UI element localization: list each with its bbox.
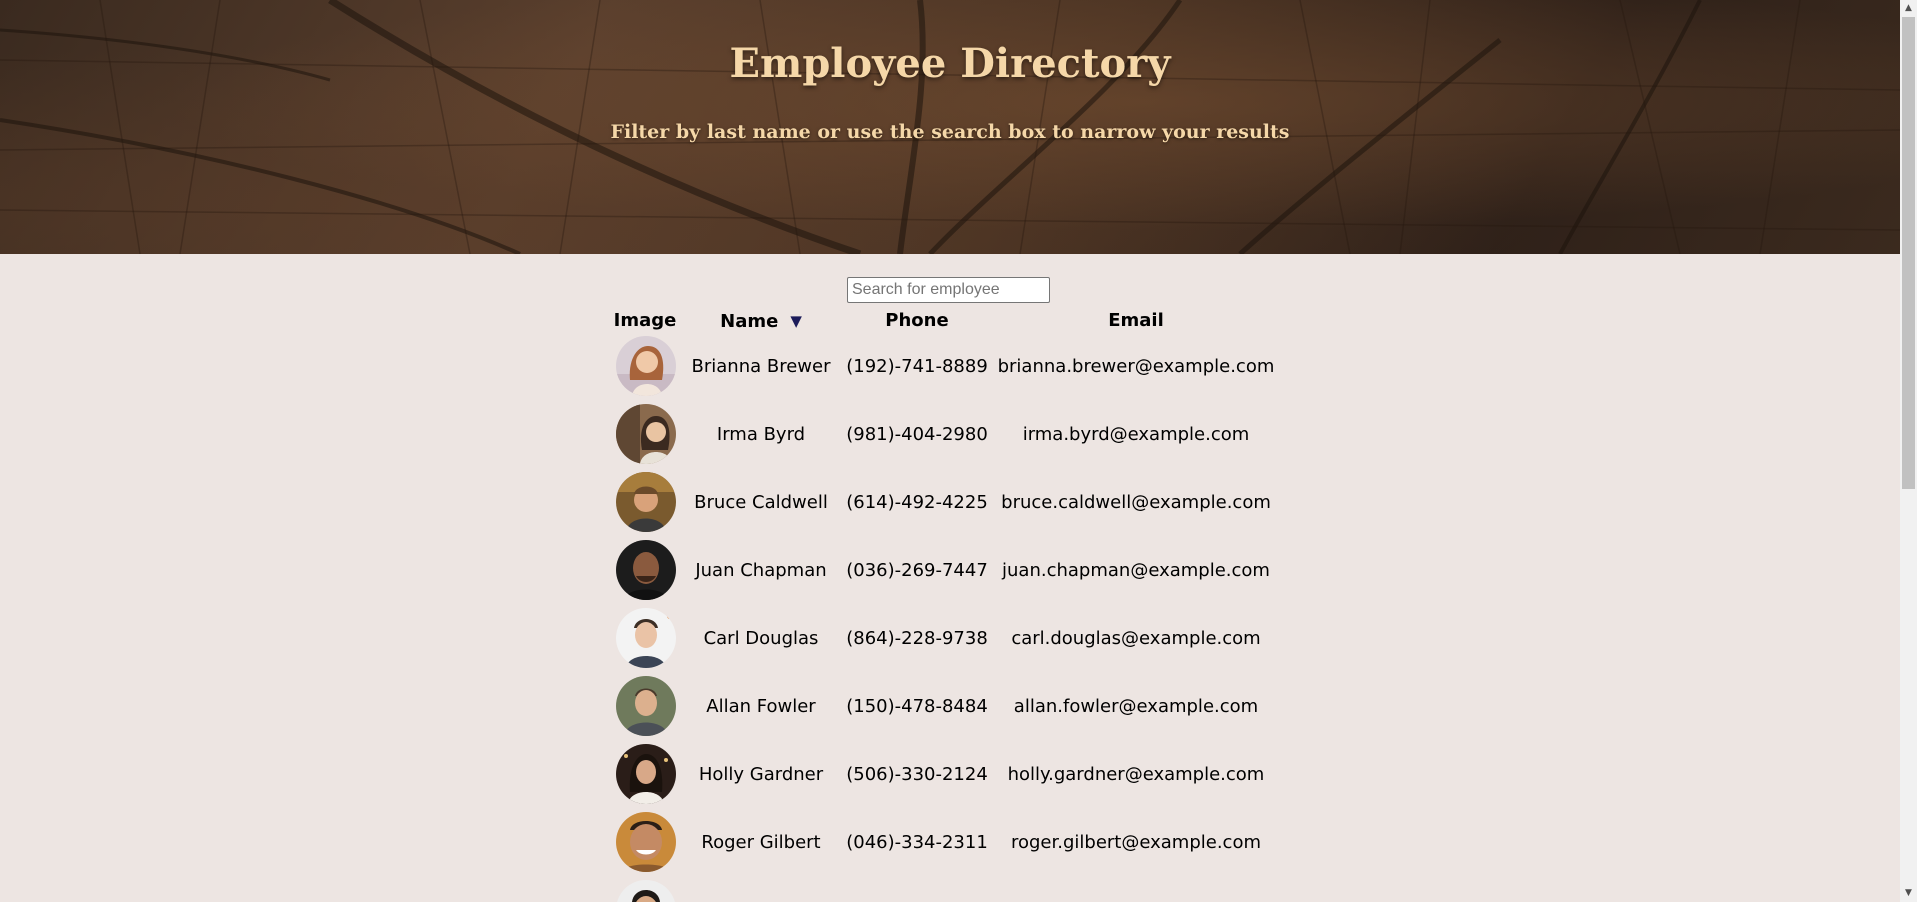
page-subtitle: Filter by last name or use the search bo…: [610, 121, 1290, 143]
scrollbar-thumb[interactable]: [1902, 17, 1915, 489]
employee-email: bruce.caldwell@example.com: [1001, 492, 1271, 513]
column-header-image: Image: [613, 310, 677, 331]
vertical-scrollbar[interactable]: ▲ ▼: [1900, 0, 1917, 902]
employee-email: juan.chapman@example.com: [1002, 560, 1270, 581]
employee-phone: (506)-330-2124: [846, 764, 988, 785]
employee-email: holly.gardner@example.com: [1007, 764, 1265, 785]
avatar: [616, 676, 676, 736]
table-row: Roger Gilbert (046)-334-2311 roger.gilbe…: [612, 810, 1292, 878]
table-row: Holly Gardner (506)-330-2124 holly.gardn…: [612, 742, 1292, 810]
avatar: [616, 404, 676, 464]
hero-banner: Employee Directory Filter by last name o…: [0, 0, 1900, 254]
employee-email: allan.fowler@example.com: [1013, 696, 1259, 717]
employee-table-body: Brianna Brewer (192)-741-8889 brianna.br…: [612, 334, 1292, 902]
table-row: Brianna Brewer (192)-741-8889 brianna.br…: [612, 334, 1292, 402]
table-row: Irma Byrd (981)-404-2980 irma.byrd@examp…: [612, 402, 1292, 470]
employee-name: Holly Gardner: [698, 764, 824, 785]
employee-email: irma.byrd@example.com: [1022, 424, 1250, 445]
employee-name: Carl Douglas: [703, 628, 819, 649]
employee-phone: (192)-741-8889: [846, 356, 988, 377]
triangle-down-icon[interactable]: ▼: [790, 309, 802, 333]
table-row: Juan Chapman (036)-269-7447 juan.chapman…: [612, 538, 1292, 606]
employee-name: Juan Chapman: [695, 560, 827, 581]
table-row: [612, 878, 1292, 902]
employee-phone: (614)-492-4225: [846, 492, 988, 513]
employee-name: Brianna Brewer: [691, 356, 831, 377]
employee-email: [995, 878, 1277, 902]
employee-email: carl.douglas@example.com: [1011, 628, 1261, 649]
column-header-name[interactable]: Name ▼: [690, 309, 832, 333]
table-row: Carl Douglas (864)-228-9738 carl.douglas…: [612, 606, 1292, 674]
avatar: [616, 472, 676, 532]
avatar: [616, 812, 676, 872]
employee-name: [690, 878, 832, 902]
scroll-down-arrow-icon[interactable]: ▼: [1900, 885, 1917, 902]
employee-name: Bruce Caldwell: [694, 492, 828, 513]
avatar: [616, 336, 676, 396]
employee-phone: [843, 878, 991, 902]
page-title: Employee Directory: [729, 40, 1171, 87]
employee-name: Irma Byrd: [716, 424, 806, 445]
employee-phone: (150)-478-8484: [846, 696, 988, 717]
avatar: [616, 744, 676, 804]
avatar: [616, 880, 676, 902]
table-row: Allan Fowler (150)-478-8484 allan.fowler…: [612, 674, 1292, 742]
employee-email: brianna.brewer@example.com: [997, 356, 1275, 377]
table-row: Bruce Caldwell (614)-492-4225 bruce.cald…: [612, 470, 1292, 538]
page: Employee Directory Filter by last name o…: [0, 0, 1900, 902]
column-header-email: Email: [1108, 310, 1164, 331]
column-header-phone: Phone: [885, 310, 949, 331]
employee-phone: (864)-228-9738: [846, 628, 988, 649]
employee-email: roger.gilbert@example.com: [1010, 832, 1261, 853]
employee-name: Allan Fowler: [706, 696, 816, 717]
column-header-name-label: Name: [720, 311, 779, 332]
search-input[interactable]: [847, 277, 1050, 303]
avatar: [616, 608, 676, 668]
employee-phone: (981)-404-2980: [846, 424, 988, 445]
scroll-up-arrow-icon[interactable]: ▲: [1900, 0, 1917, 17]
employee-name: Roger Gilbert: [701, 832, 821, 853]
employee-phone: (046)-334-2311: [846, 832, 988, 853]
avatar: [616, 540, 676, 600]
employee-phone: (036)-269-7447: [846, 560, 988, 581]
